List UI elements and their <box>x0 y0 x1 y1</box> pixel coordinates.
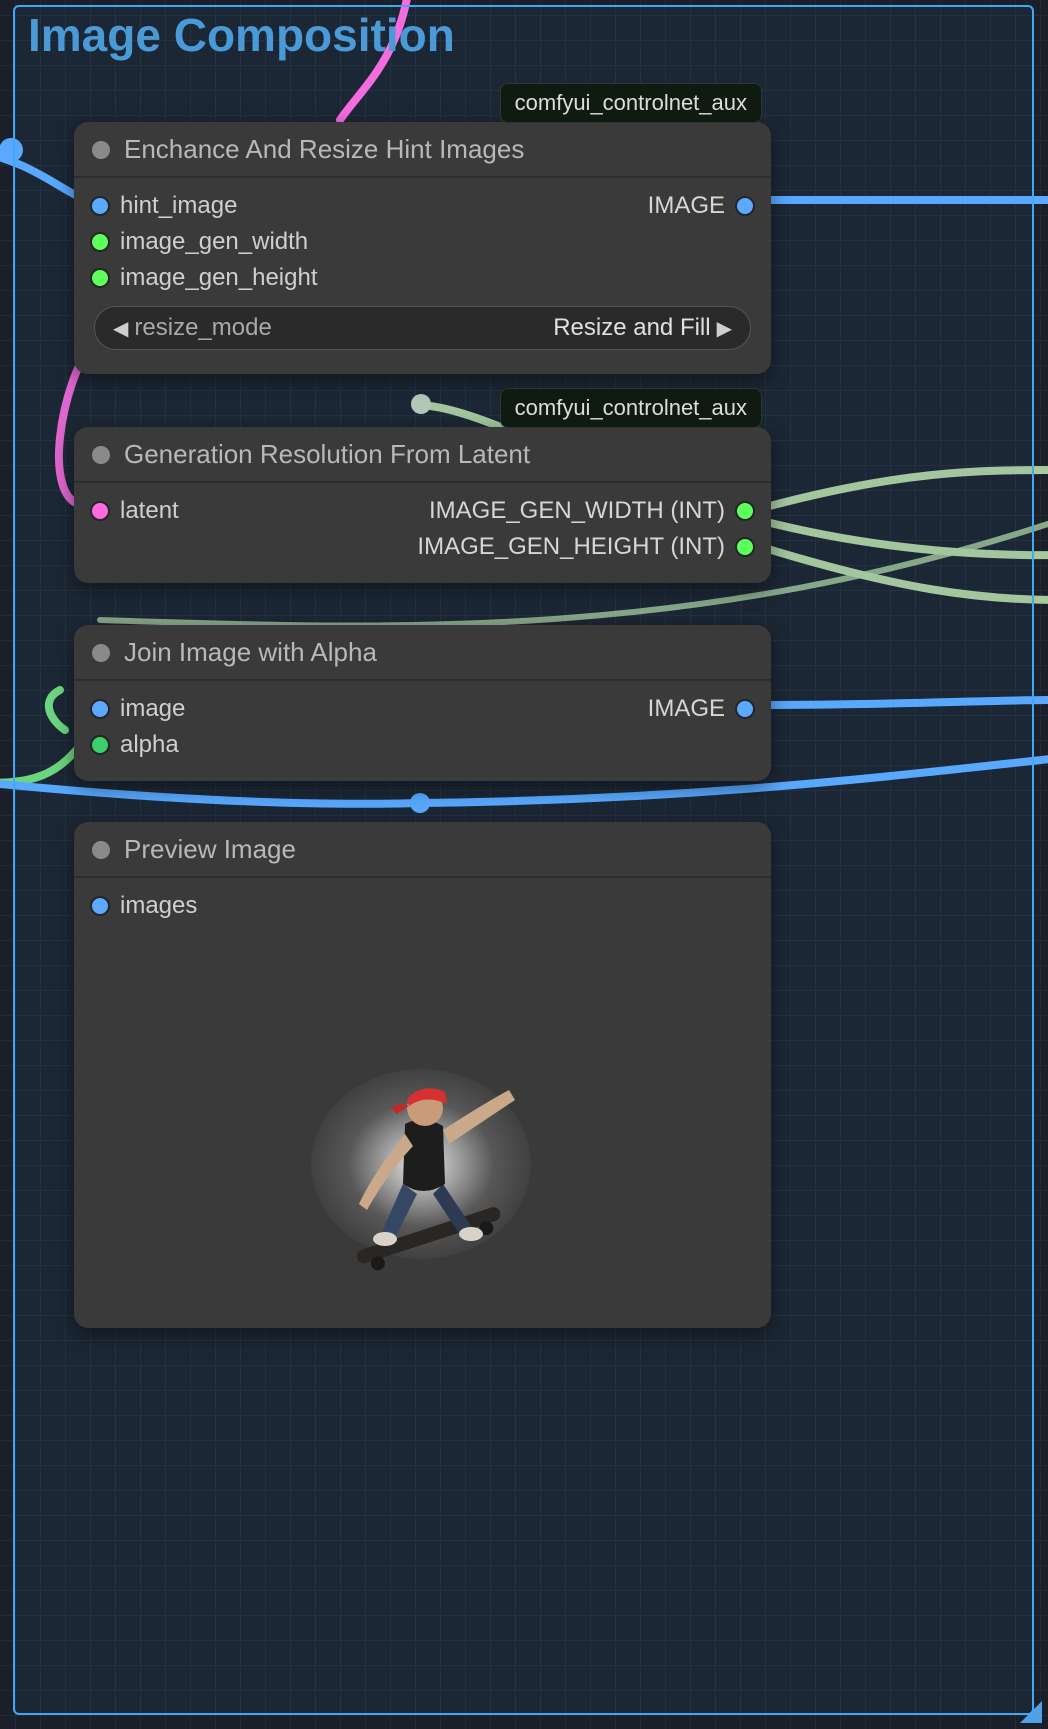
widget-name: resize_mode <box>134 314 271 342</box>
widget-value: Resize and Fill <box>553 314 710 342</box>
node-title: Enchance And Resize Hint Images <box>124 134 524 165</box>
collapse-toggle-icon[interactable] <box>92 141 110 159</box>
node-source-badge: comfyui_controlnet_aux <box>500 388 762 428</box>
slot-row: hint_image IMAGE <box>74 188 771 224</box>
output-label: IMAGE_GEN_HEIGHT (INT) <box>417 533 725 561</box>
node-title: Preview Image <box>124 834 296 865</box>
node-source-badge: comfyui_controlnet_aux <box>500 83 762 123</box>
output-port-image-gen-height[interactable] <box>737 539 753 555</box>
input-port-image[interactable] <box>92 701 108 717</box>
input-label: images <box>120 892 197 920</box>
output-port-image[interactable] <box>737 198 753 214</box>
output-label: IMAGE_GEN_WIDTH (INT) <box>429 497 725 525</box>
node-title: Generation Resolution From Latent <box>124 439 530 470</box>
collapse-toggle-icon[interactable] <box>92 644 110 662</box>
input-label: image <box>120 695 185 723</box>
input-port-alpha[interactable] <box>92 737 108 753</box>
node-enhance-resize-hint-images[interactable]: Enchance And Resize Hint Images hint_ima… <box>74 122 771 374</box>
output-label: IMAGE <box>648 695 725 723</box>
output-port-image-gen-width[interactable] <box>737 503 753 519</box>
input-label: image_gen_height <box>120 264 318 292</box>
input-label: image_gen_width <box>120 228 308 256</box>
output-port-image[interactable] <box>737 701 753 717</box>
widget-resize-mode[interactable]: ◀ resize_mode Resize and Fill ▶ <box>94 306 751 350</box>
group-title[interactable]: Image Composition <box>28 8 455 62</box>
input-label: latent <box>120 497 179 525</box>
input-port-images[interactable] <box>92 898 108 914</box>
chevron-right-icon[interactable]: ▶ <box>717 316 732 341</box>
input-port-image-gen-width[interactable] <box>92 234 108 250</box>
preview-image-area[interactable] <box>74 924 771 1404</box>
collapse-toggle-icon[interactable] <box>92 841 110 859</box>
node-title: Join Image with Alpha <box>124 637 377 668</box>
input-label: hint_image <box>120 192 237 220</box>
node-generation-resolution-from-latent[interactable]: Generation Resolution From Latent latent… <box>74 427 771 583</box>
input-port-latent[interactable] <box>92 503 108 519</box>
node-preview-image[interactable]: Preview Image images <box>74 822 771 1328</box>
group-resize-handle[interactable] <box>1020 1701 1042 1723</box>
node-header[interactable]: Join Image with Alpha <box>74 625 771 681</box>
node-join-image-with-alpha[interactable]: Join Image with Alpha image IMAGE alpha <box>74 625 771 781</box>
input-port-image-gen-height[interactable] <box>92 270 108 286</box>
chevron-left-icon[interactable]: ◀ <box>113 316 128 341</box>
node-header[interactable]: Preview Image <box>74 822 771 878</box>
node-header[interactable]: Generation Resolution From Latent <box>74 427 771 483</box>
input-port-hint-image[interactable] <box>92 198 108 214</box>
output-label: IMAGE <box>648 192 725 220</box>
node-header[interactable]: Enchance And Resize Hint Images <box>74 122 771 178</box>
collapse-toggle-icon[interactable] <box>92 446 110 464</box>
input-label: alpha <box>120 731 179 759</box>
preview-thumbnail <box>293 1034 553 1294</box>
